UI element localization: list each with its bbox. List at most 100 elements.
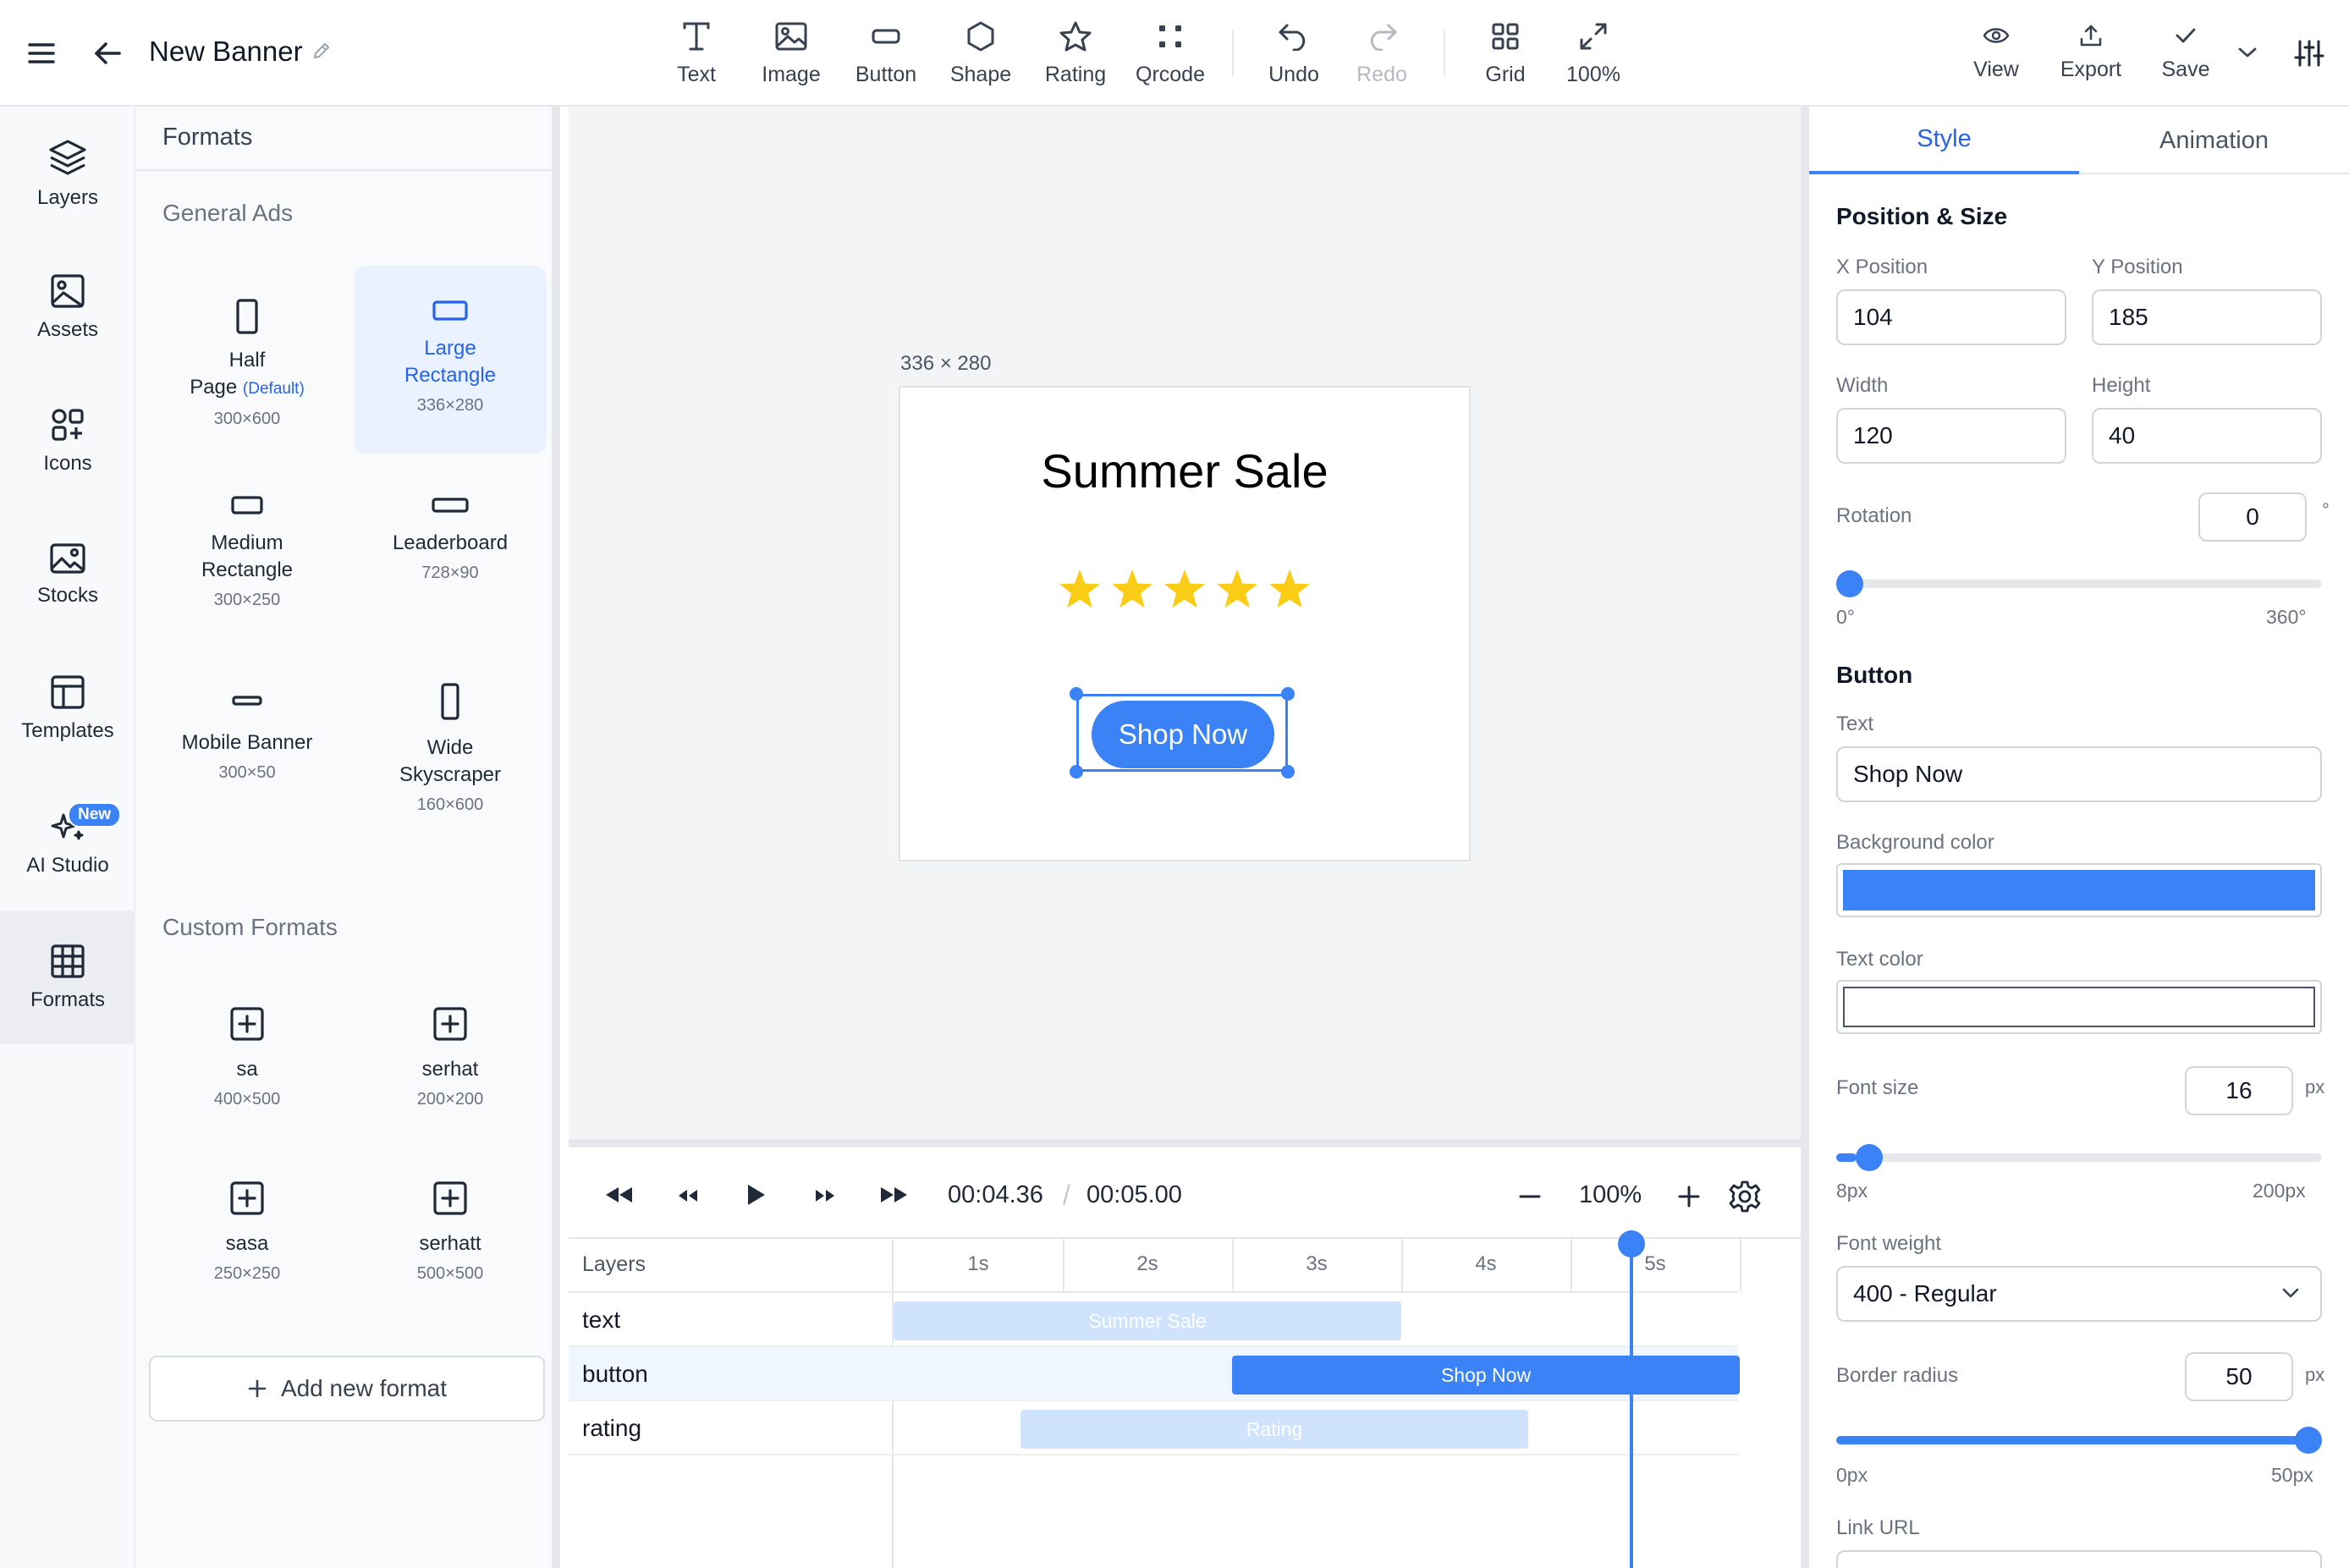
track-clip[interactable]: Summer Sale <box>894 1301 1401 1340</box>
resize-handle[interactable] <box>1281 687 1295 701</box>
rotation-input[interactable]: 0 <box>2198 492 2307 542</box>
zoom-out-icon[interactable] <box>1518 1185 1542 1208</box>
banner-cta-button[interactable]: Shop Now <box>1092 701 1274 768</box>
sidebar-item-ai-studio[interactable]: AI Studio New <box>0 775 135 909</box>
playhead[interactable] <box>1618 1230 1645 1568</box>
y-position-label: Y Position <box>2092 256 2183 278</box>
grid-toggle-button[interactable]: Grid <box>1459 15 1552 87</box>
toolbar-divider <box>1232 30 1234 76</box>
resize-handle[interactable] <box>1281 765 1295 778</box>
page-title: New Banner <box>149 36 303 67</box>
current-time: 00:04.36 <box>948 1181 1043 1208</box>
button-text-input[interactable]: Shop Now <box>1836 746 2322 802</box>
text-color-picker[interactable] <box>1836 980 2322 1034</box>
format-wide-skyscraper[interactable]: Wide Skyscraper 160×600 <box>354 657 547 860</box>
font-weight-label: Font weight <box>1836 1232 1942 1255</box>
track-row[interactable]: text Summer Sale <box>569 1293 1738 1347</box>
skip-to-start-icon[interactable] <box>604 1185 635 1205</box>
width-input[interactable]: 120 <box>1836 408 2066 464</box>
banner-rating[interactable] <box>900 565 1469 616</box>
background-color-picker[interactable] <box>1836 863 2322 917</box>
zoom-fit-button[interactable]: 100% <box>1547 15 1640 87</box>
sidebar-item-templates[interactable]: Templates <box>0 641 135 775</box>
chevron-down-icon[interactable] <box>2234 37 2261 68</box>
menu-icon[interactable] <box>19 34 64 73</box>
border-radius-input[interactable]: 50 <box>2185 1352 2293 1401</box>
sidebar-item-formats[interactable]: Formats <box>0 911 135 1044</box>
tool-shape[interactable]: Shape <box>934 15 1027 87</box>
slider-thumb[interactable] <box>1855 1144 1883 1171</box>
format-half-page[interactable]: Half Page (Default) 300×600 <box>151 267 344 454</box>
border-radius-slider[interactable] <box>1836 1423 2322 1457</box>
tool-qrcode[interactable]: Qrcode <box>1124 15 1217 87</box>
tool-button[interactable]: Button <box>839 15 932 87</box>
section-position-size: Position & Size <box>1836 203 2008 229</box>
custom-format-serhat[interactable]: serhat 200×200 <box>354 987 547 1156</box>
track-clip[interactable]: Shop Now <box>1232 1356 1740 1395</box>
font-size-input[interactable]: 16 <box>2185 1066 2293 1115</box>
format-mobile-banner[interactable]: Mobile Banner 300×50 <box>151 657 344 843</box>
redo-button[interactable]: Redo <box>1335 15 1428 87</box>
tool-rating[interactable]: Rating <box>1029 15 1122 87</box>
track-row[interactable]: button Shop Now <box>569 1347 1740 1401</box>
export-button[interactable]: Export <box>2044 19 2137 82</box>
playhead-handle[interactable] <box>1618 1230 1645 1257</box>
font-size-slider[interactable] <box>1836 1141 2322 1175</box>
sidebar-item-icons[interactable]: Icons <box>0 374 135 508</box>
tool-image[interactable]: Image <box>745 15 838 87</box>
resize-handle[interactable] <box>1070 765 1083 778</box>
canvas-area[interactable]: 336 × 280 Summer Sale Shop Now <box>569 107 1801 1139</box>
default-tag: (Default) <box>242 380 305 398</box>
y-position-input[interactable]: 185 <box>2092 289 2322 345</box>
banner-artboard[interactable]: Summer Sale Shop Now <box>899 386 1471 861</box>
track-row[interactable]: rating Rating <box>569 1401 1738 1455</box>
slider-thumb[interactable] <box>1836 570 1863 597</box>
step-back-icon[interactable] <box>677 1188 699 1203</box>
play-icon[interactable] <box>745 1183 767 1207</box>
step-forward-icon[interactable] <box>814 1188 836 1203</box>
sidebar-item-assets[interactable]: Assets <box>0 240 135 374</box>
custom-format-sa[interactable]: sa 400×500 <box>151 987 344 1156</box>
x-position-input[interactable]: 104 <box>1836 289 2066 345</box>
skip-to-end-icon[interactable] <box>878 1185 909 1205</box>
format-leaderboard[interactable]: Leaderboard 728×90 <box>354 470 547 640</box>
total-time: 00:05.00 <box>1086 1181 1182 1208</box>
save-button[interactable]: Save <box>2139 19 2232 82</box>
gear-icon[interactable] <box>1728 1180 1762 1213</box>
add-new-format-button[interactable]: Add new format <box>149 1356 545 1422</box>
custom-format-sasa[interactable]: sasa 250×250 <box>151 1161 344 1330</box>
background-color-swatch <box>1843 870 2315 911</box>
properties-panel: Style Animation Position & Size X Positi… <box>1801 107 2349 1568</box>
rectangle-icon <box>432 300 468 321</box>
view-button[interactable]: View <box>1950 19 2043 82</box>
rotation-slider[interactable] <box>1836 567 2322 601</box>
track-name: rating <box>582 1415 642 1441</box>
back-arrow-icon[interactable] <box>88 34 127 73</box>
width-label: Width <box>1836 374 1889 397</box>
resize-handle[interactable] <box>1070 687 1083 701</box>
tab-animation[interactable]: Animation <box>2079 107 2349 174</box>
custom-format-serhatt[interactable]: serhatt 500×500 <box>354 1161 547 1330</box>
settings-sliders-icon[interactable] <box>2291 36 2327 71</box>
new-badge: New <box>68 802 122 828</box>
zoom-in-icon[interactable] <box>1677 1185 1701 1208</box>
format-large-rectangle[interactable]: Large Rectangle 336×280 <box>354 266 547 454</box>
banner-headline[interactable]: Summer Sale <box>900 443 1469 498</box>
font-size-max-label: 200px <box>2253 1180 2306 1202</box>
sidebar-item-layers[interactable]: Layers <box>0 107 135 240</box>
border-radius-max-label: 50px <box>2271 1464 2313 1486</box>
sidebar-item-stocks[interactable]: Stocks <box>0 508 135 641</box>
tool-text[interactable]: Text <box>650 15 743 87</box>
undo-button[interactable]: Undo <box>1247 15 1340 87</box>
height-input[interactable]: 40 <box>2092 408 2322 464</box>
timeline-grid: Layers 1s 2s 3s 4s 5s text Summer Sale button S… <box>569 1230 1801 1568</box>
link-url-input[interactable] <box>1836 1550 2322 1568</box>
font-weight-select[interactable]: 400 - Regular <box>1836 1266 2322 1322</box>
text-color-swatch <box>1843 987 2315 1027</box>
edit-title-icon[interactable] <box>311 41 332 61</box>
track-clip[interactable]: Rating <box>1020 1410 1528 1449</box>
format-medium-rectangle[interactable]: Medium Rectangle 300×250 <box>151 470 344 640</box>
tab-style[interactable]: Style <box>1809 107 2079 174</box>
text-color-label: Text color <box>1836 948 1923 971</box>
slider-thumb[interactable] <box>2295 1427 2322 1454</box>
